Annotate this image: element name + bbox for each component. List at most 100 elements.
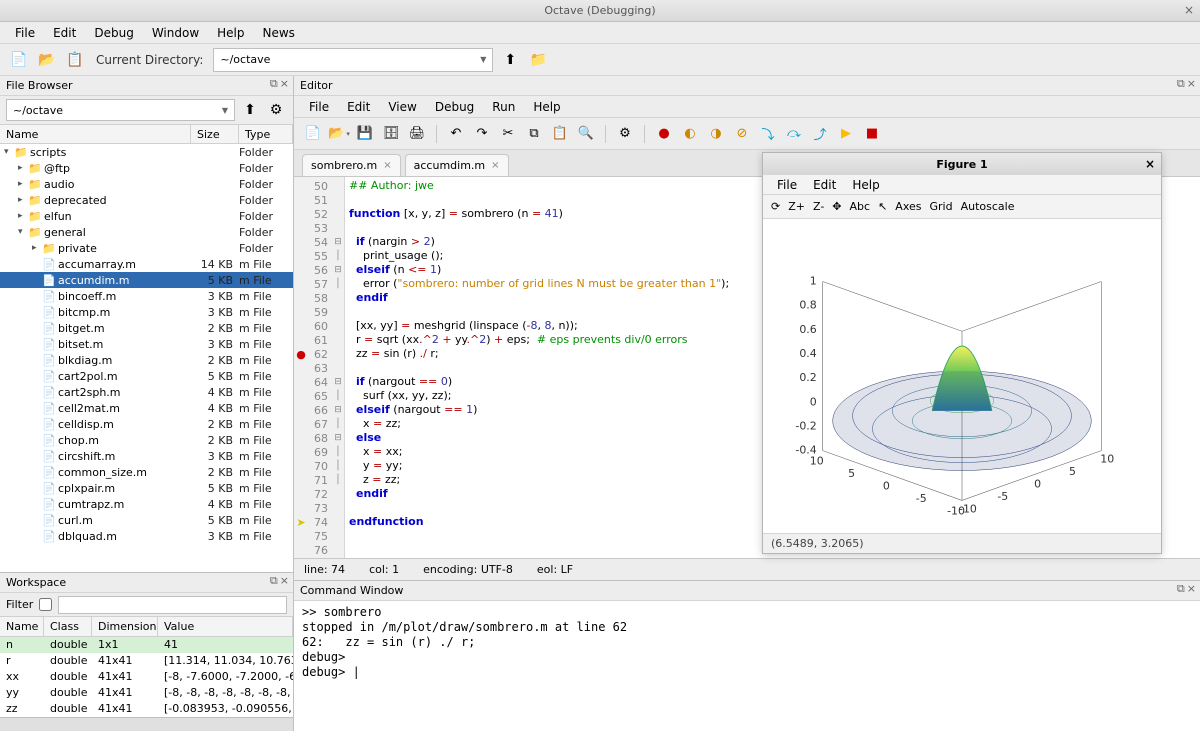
workspace-table[interactable]: ndouble1x141rdouble41x41[11.314, 11.034,… [0,637,293,717]
file-tree-row[interactable]: 📄cplxpair.m5 KBm File [0,480,293,496]
figure-tool-axes[interactable]: Axes [895,200,921,213]
figure-window[interactable]: Figure 1 × FileEditHelp ⟳ Z+ Z- ✥ Abc ↖ Axes Gr… [762,152,1162,554]
figure-close-icon[interactable]: × [1145,157,1155,171]
file-tree-row[interactable]: 📄circshift.m3 KBm File [0,448,293,464]
workspace-row[interactable]: rdouble41x41[11.314, 11.034, 10.763, [0,653,293,669]
editor-tab[interactable]: accumdim.m× [405,154,509,176]
undock-icon[interactable]: ⧉ [270,574,278,588]
editor-tab[interactable]: sombrero.m× [302,154,401,176]
file-tree-row[interactable]: 📄common_size.m2 KBm File [0,464,293,480]
workspace-row[interactable]: zzdouble41x41[-0.083953, -0.090556, -0 [0,701,293,717]
print-icon[interactable]: 🖨 [406,123,428,145]
menu-window[interactable]: Window [143,23,208,43]
menu-help[interactable]: Help [208,23,253,43]
editor-menu-edit[interactable]: Edit [338,97,379,117]
file-tree-row[interactable]: ▸📁elfunFolder [0,208,293,224]
tab-close-icon[interactable]: × [491,160,499,171]
clear-bp-icon[interactable]: ⊘ [731,123,753,145]
open-folder-icon[interactable]: 📂 [36,49,58,71]
prev-bp-icon[interactable]: ◐ [679,123,701,145]
figure-titlebar[interactable]: Figure 1 × [763,153,1161,175]
find-icon[interactable]: 🔍 [575,123,597,145]
close-panel-icon[interactable]: × [280,77,289,91]
editor-menu-view[interactable]: View [379,97,425,117]
file-tree-row[interactable]: 📄blkdiag.m2 KBm File [0,352,293,368]
horizontal-scrollbar[interactable] [0,717,293,731]
file-tree-row[interactable]: 📄cart2pol.m5 KBm File [0,368,293,384]
file-tree-row[interactable]: 📄chop.m2 KBm File [0,432,293,448]
editor-menu-help[interactable]: Help [524,97,569,117]
file-tree[interactable]: ▾📁scriptsFolder▸📁@ftpFolder▸📁audioFolder… [0,144,293,572]
up-icon[interactable]: ⬆ [239,99,261,121]
file-tree-row[interactable]: 📄curl.m5 KBm File [0,512,293,528]
editor-menu-file[interactable]: File [300,97,338,117]
figure-menu-edit[interactable]: Edit [805,176,844,194]
file-tree-row[interactable]: ▾📁scriptsFolder [0,144,293,160]
menu-file[interactable]: File [6,23,44,43]
figure-tool-abc[interactable]: Abc [850,200,871,213]
breakpoint-icon[interactable]: ● [653,123,675,145]
filter-checkbox[interactable] [39,598,52,611]
file-tree-row[interactable]: 📄cell2mat.m4 KBm File [0,400,293,416]
file-tree-row[interactable]: 📄bitcmp.m3 KBm File [0,304,293,320]
gear-icon[interactable]: ⚙ [265,99,287,121]
file-tree-row[interactable]: ▸📁privateFolder [0,240,293,256]
new-file-icon[interactable]: 📄 [8,49,30,71]
editor-menu-run[interactable]: Run [483,97,524,117]
editor-menu-debug[interactable]: Debug [426,97,483,117]
paste-icon[interactable]: 📋 [549,123,571,145]
figure-tool-autoscale[interactable]: Autoscale [961,200,1015,213]
save-icon[interactable]: 💾 [354,123,376,145]
copy-icon[interactable]: ⧉ [523,123,545,145]
file-tree-row[interactable]: 📄dblquad.m3 KBm File [0,528,293,544]
close-panel-icon[interactable]: × [1187,77,1196,91]
figure-menu-help[interactable]: Help [844,176,887,194]
file-tree-row[interactable]: 📄celldisp.m2 KBm File [0,416,293,432]
dropdown-icon[interactable]: ▼ [480,55,486,64]
file-tree-row[interactable]: ▸📁audioFolder [0,176,293,192]
figure-tool-[interactable]: ⟳ [771,200,780,213]
command-window-body[interactable]: >> sombrero stopped in /m/plot/draw/somb… [294,601,1200,731]
menu-debug[interactable]: Debug [85,23,142,43]
figure-canvas[interactable]: -0.4-0.200.20.40.60.81 -10-50510 -10-505… [763,219,1161,533]
figure-menu-file[interactable]: File [769,176,805,194]
stop-icon[interactable]: ■ [861,123,883,145]
figure-tool-grid[interactable]: Grid [930,200,953,213]
file-tree-row[interactable]: ▸📁deprecatedFolder [0,192,293,208]
browse-dir-icon[interactable]: 📁 [527,49,549,71]
up-dir-icon[interactable]: ⬆ [499,49,521,71]
workspace-row[interactable]: xxdouble41x41[-8, -7.6000, -7.2000, -6.8 [0,669,293,685]
figure-tool-[interactable]: ✥ [832,200,841,213]
workspace-row[interactable]: yydouble41x41[-8, -8, -8, -8, -8, -8, -8… [0,685,293,701]
next-bp-icon[interactable]: ◑ [705,123,727,145]
cut-icon[interactable]: ✂ [497,123,519,145]
run-icon[interactable]: ⚙ [614,123,636,145]
undock-icon[interactable]: ⧉ [270,77,278,91]
step-out-icon[interactable]: ⤴ [809,123,831,145]
clipboard-icon[interactable]: 📋 [64,49,86,71]
file-tree-row[interactable]: 📄accumarray.m14 KBm File [0,256,293,272]
step-in-icon[interactable]: ⤵ [757,123,779,145]
undo-icon[interactable]: ↶ [445,123,467,145]
file-tree-row[interactable]: 📄bincoeff.m3 KBm File [0,288,293,304]
tab-close-icon[interactable]: × [383,160,391,171]
redo-icon[interactable]: ↷ [471,123,493,145]
file-browser-path[interactable]: ~/octave ▼ [6,99,235,121]
window-close-icon[interactable]: × [1184,3,1194,17]
file-tree-row[interactable]: 📄bitset.m3 KBm File [0,336,293,352]
figure-tool-z[interactable]: Z+ [788,200,805,213]
figure-tool-z[interactable]: Z- [813,200,824,213]
save-all-icon[interactable]: 🗄 [380,123,402,145]
workspace-row[interactable]: ndouble1x141 [0,637,293,653]
file-tree-row[interactable]: 📄cart2sph.m4 KBm File [0,384,293,400]
undock-icon[interactable]: ⧉ [1177,77,1185,91]
file-tree-row[interactable]: 📄cumtrapz.m4 KBm File [0,496,293,512]
filter-input[interactable] [58,596,287,614]
file-tree-row[interactable]: 📄bitget.m2 KBm File [0,320,293,336]
continue-icon[interactable]: ▶ [835,123,857,145]
close-panel-icon[interactable]: × [280,574,289,588]
step-over-icon[interactable]: ⤼ [783,123,805,145]
new-icon[interactable]: 📄 [302,123,324,145]
open-icon[interactable]: 📂 [328,123,350,145]
figure-tool-[interactable]: ↖ [878,200,887,213]
